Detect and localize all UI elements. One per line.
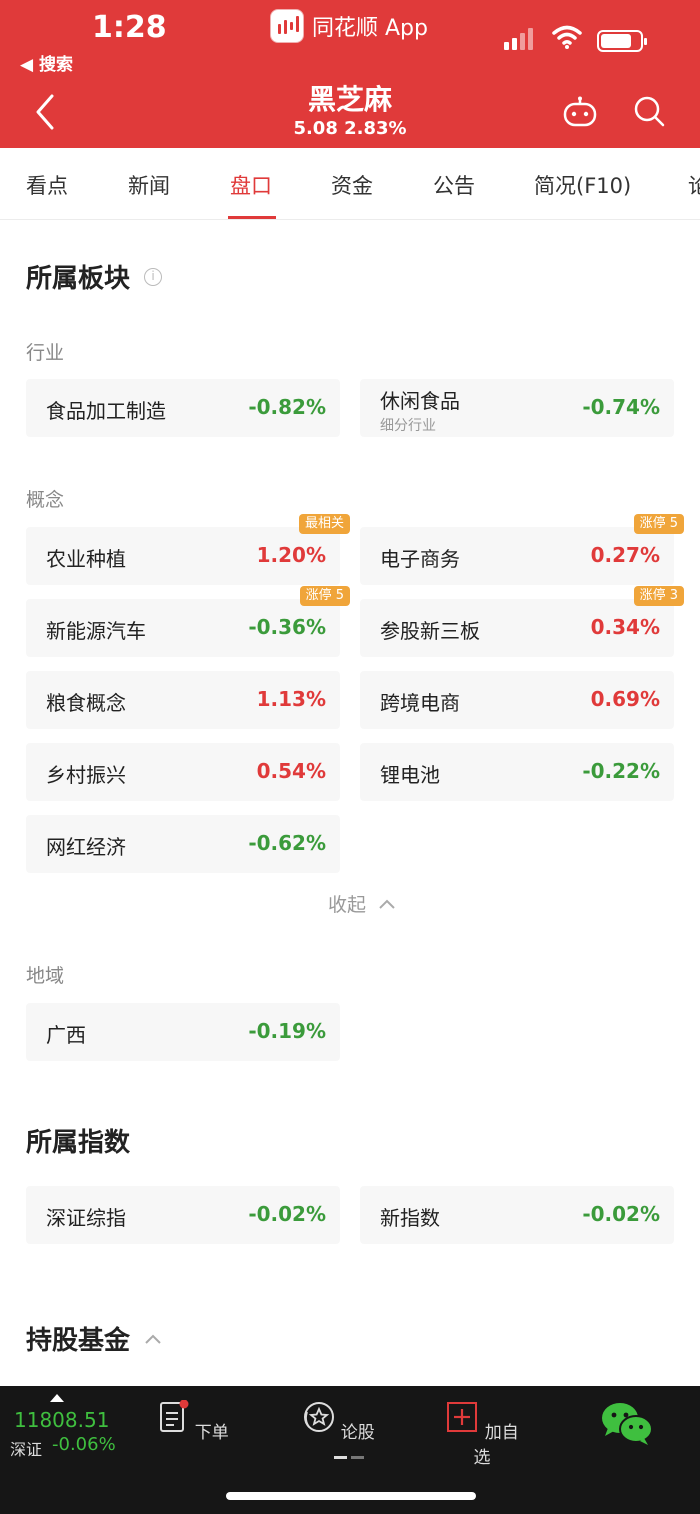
- card-name: 新能源汽车: [46, 619, 146, 643]
- industry-label: 行业: [26, 342, 65, 364]
- concept-card[interactable]: 涨停 5 电子商务 0.27%: [360, 514, 684, 585]
- market-index-value[interactable]: 11808.51: [14, 1408, 109, 1432]
- collapse-button[interactable]: 收起: [328, 890, 396, 917]
- top-header: 1:28 ◀ 搜索 同花顺 App 黑芝麻 5.08 2.83%: [0, 0, 700, 148]
- industry-card[interactable]: 食品加工制造 -0.82%: [26, 379, 340, 437]
- index-trend-icon: [50, 1394, 64, 1402]
- index-card[interactable]: 新指数 -0.02%: [360, 1186, 674, 1244]
- concept-tag-badge: 涨停 5: [633, 514, 684, 534]
- discuss-label: 论股: [340, 1423, 375, 1443]
- card-change: -0.22%: [582, 759, 660, 783]
- card-change: -0.74%: [582, 395, 660, 419]
- market-index-name: 深证: [10, 1440, 43, 1459]
- funds-title-text: 持股基金: [26, 1326, 131, 1356]
- concept-label: 概念: [26, 489, 65, 511]
- active-tab-indicator: [228, 216, 276, 219]
- app-badge: 同花顺 App: [270, 8, 428, 44]
- sector-title-text: 所属板块: [26, 264, 131, 294]
- card-name: 休闲食品: [380, 389, 460, 413]
- concept-card[interactable]: 乡村振兴 0.54%: [26, 743, 340, 801]
- concept-card[interactable]: 最相关 农业种植 1.20%: [26, 514, 350, 585]
- card-name: 广西: [46, 1023, 86, 1047]
- status-time: 1:28: [92, 10, 167, 45]
- chevron-up-icon: [145, 1334, 161, 1344]
- card-change: 0.27%: [590, 543, 660, 567]
- tab-funds-flow[interactable]: 资金: [331, 170, 373, 200]
- card-name: 参股新三板: [380, 619, 480, 643]
- sub-industry-card[interactable]: 休闲食品 细分行业 -0.74%: [360, 379, 674, 437]
- signal-icon: [504, 28, 533, 50]
- order-doc-icon: [160, 1399, 189, 1432]
- discuss-star-icon: [304, 1402, 335, 1432]
- concept-tag-badge: 涨停 5: [299, 586, 350, 606]
- tab-bar: 看点 新闻 盘口 资金 公告 简况(F10) 论: [0, 148, 700, 220]
- card-change: 1.20%: [256, 543, 326, 567]
- card-subtitle: 细分行业: [380, 418, 436, 434]
- funds-section-title[interactable]: 持股基金: [26, 1320, 162, 1357]
- tab-discussion[interactable]: 论: [688, 170, 700, 200]
- info-icon[interactable]: i: [144, 267, 163, 286]
- tab-announcements[interactable]: 公告: [433, 170, 475, 200]
- indices-section-title: 所属指数: [26, 1122, 130, 1159]
- card-name: 粮食概念: [46, 691, 126, 715]
- concept-tag-badge: 涨停 3: [633, 586, 684, 606]
- concept-card[interactable]: 涨停 5 新能源汽车 -0.36%: [26, 586, 350, 657]
- tab-news[interactable]: 新闻: [128, 170, 170, 200]
- page-indicator: [334, 1456, 364, 1459]
- chevron-up-icon: [379, 899, 395, 909]
- region-card[interactable]: 广西 -0.19%: [26, 1003, 340, 1061]
- card-change: 1.13%: [256, 687, 326, 711]
- card-name: 跨境电商: [380, 691, 460, 715]
- app-name: 同花顺 App: [312, 16, 428, 41]
- search-icon[interactable]: [632, 94, 666, 128]
- wechat-icon[interactable]: [600, 1400, 654, 1446]
- card-name: 锂电池: [380, 763, 440, 787]
- card-name: 新指数: [380, 1206, 440, 1230]
- card-name: 乡村振兴: [46, 763, 126, 787]
- add-watchlist-label: 加自选: [473, 1423, 519, 1468]
- card-change: -0.62%: [248, 831, 326, 855]
- battery-icon: [597, 30, 647, 52]
- app-logo-icon: [270, 9, 304, 43]
- home-indicator[interactable]: [226, 1492, 476, 1500]
- region-label: 地域: [26, 965, 65, 987]
- card-change: 0.34%: [590, 615, 660, 639]
- indices-title-text: 所属指数: [26, 1128, 131, 1158]
- sector-section-title: 所属板块 i: [26, 258, 163, 295]
- concept-card[interactable]: 涨停 3 参股新三板 0.34%: [360, 586, 684, 657]
- index-card[interactable]: 深证综指 -0.02%: [26, 1186, 340, 1244]
- card-name: 深证综指: [46, 1206, 126, 1230]
- concept-card[interactable]: 跨境电商 0.69%: [360, 671, 674, 729]
- card-name: 网红经济: [46, 835, 126, 859]
- concept-card[interactable]: 粮食概念 1.13%: [26, 671, 340, 729]
- concept-card[interactable]: 网红经济 -0.62%: [26, 815, 340, 873]
- card-change: -0.36%: [248, 615, 326, 639]
- card-change: 0.69%: [590, 687, 660, 711]
- card-change: -0.19%: [248, 1019, 326, 1043]
- order-label: 下单: [194, 1423, 229, 1443]
- card-change: -0.82%: [248, 395, 326, 419]
- discuss-button[interactable]: 论股: [298, 1400, 378, 1443]
- robot-assistant-icon[interactable]: [562, 96, 598, 128]
- tab-market[interactable]: 盘口: [230, 170, 272, 200]
- add-watchlist-button[interactable]: 加自选: [442, 1400, 522, 1468]
- card-change: -0.02%: [582, 1202, 660, 1226]
- card-change: -0.02%: [248, 1202, 326, 1226]
- card-name: 农业种植: [46, 547, 126, 571]
- wifi-icon: [552, 25, 582, 49]
- card-name: 食品加工制造: [46, 399, 166, 423]
- tab-highlights[interactable]: 看点: [26, 170, 68, 200]
- card-change: 0.54%: [256, 759, 326, 783]
- add-square-icon: [447, 1402, 478, 1432]
- bottom-toolbar: 11808.51 深证 -0.06% 下单 论股 加自选: [0, 1386, 700, 1514]
- concept-card[interactable]: 锂电池 -0.22%: [360, 743, 674, 801]
- back-to-search-link[interactable]: ◀ 搜索: [20, 50, 73, 75]
- card-name: 电子商务: [380, 547, 460, 571]
- order-button[interactable]: 下单: [152, 1399, 232, 1443]
- collapse-label: 收起: [328, 894, 367, 916]
- concept-tag-badge: 最相关: [298, 514, 350, 534]
- tab-profile-f10[interactable]: 简况(F10): [534, 170, 631, 200]
- market-index-change: -0.06%: [52, 1434, 116, 1455]
